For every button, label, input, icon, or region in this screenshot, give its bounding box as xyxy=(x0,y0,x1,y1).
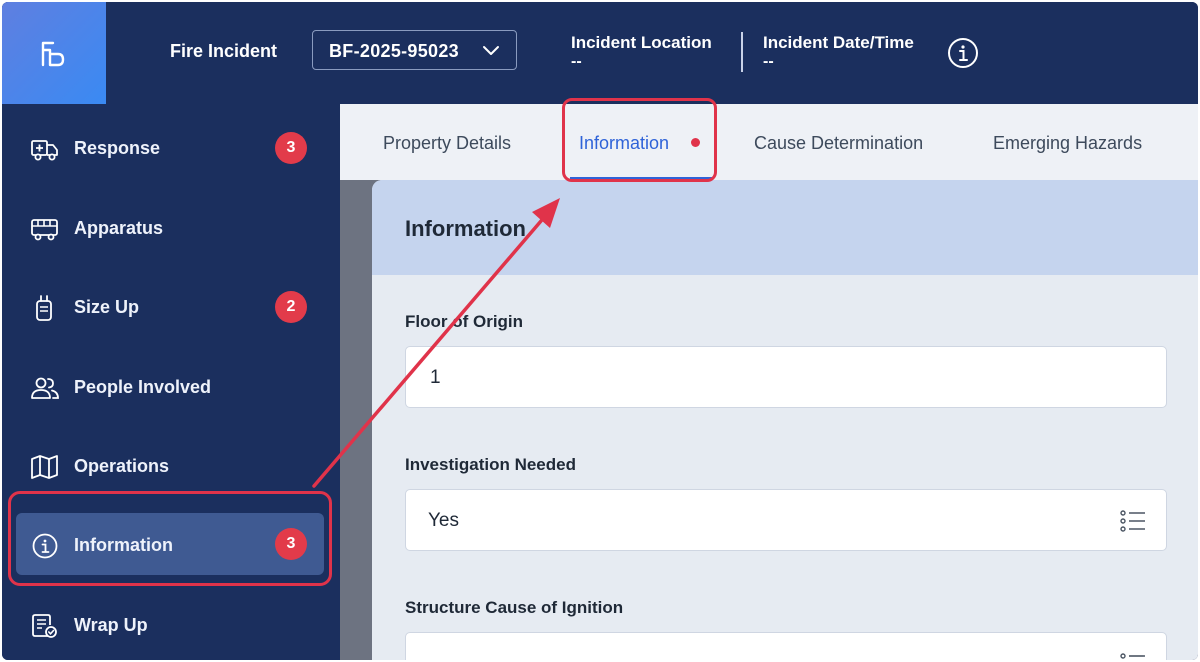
annotation-arrow xyxy=(312,198,560,488)
app-window: Fire Incident BF-2025-95023 Incident Loc… xyxy=(2,2,1198,660)
